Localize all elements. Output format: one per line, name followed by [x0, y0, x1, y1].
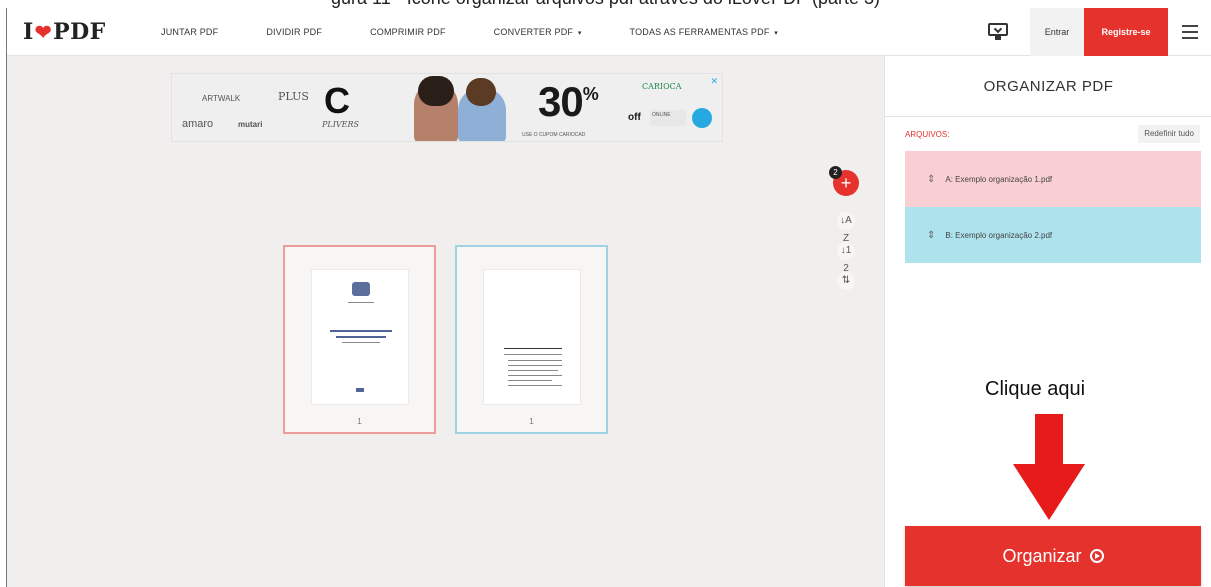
organize-sidebar: ORGANIZAR PDF ARQUIVOS: Redefinir tudo ⇕… [884, 56, 1211, 587]
document-seal [352, 282, 370, 296]
login-button[interactable]: Entrar [1030, 8, 1084, 56]
hamburger-icon[interactable] [1168, 8, 1211, 56]
file-name: A: Exemplo organização 1.pdf [945, 174, 1053, 184]
files-label: ARQUIVOS: [905, 130, 950, 139]
chevron-down-icon: ▾ [774, 29, 778, 37]
workspace: ARTWALK PLUS amaro mutari PLIVERS C 30% … [7, 56, 884, 587]
nav-label: DIVIDIR PDF [266, 26, 323, 37]
drag-handle-icon[interactable]: ⇕ [927, 230, 935, 241]
file-name: B: Exemplo organização 2.pdf [945, 230, 1053, 240]
ad-banner[interactable]: ARTWALK PLUS amaro mutari PLIVERS C 30% … [171, 73, 723, 142]
close-icon[interactable]: ✕ [710, 76, 718, 87]
nav-label: JUNTAR PDF [161, 26, 219, 37]
ad-brand: mutari [238, 120, 263, 129]
pdf-file-card[interactable]: 1 [283, 245, 436, 434]
ad-off-label: off [628, 112, 641, 123]
file-count-badge: 2 [829, 166, 842, 179]
page-number: 1 [357, 417, 362, 426]
figure-caption: gura 11 - Ícone organizar arquivos pdf a… [0, 0, 1211, 8]
caption-text: gura 11 - Ícone organizar arquivos pdf a… [0, 0, 1211, 8]
nav-label: CONVERTER PDF [493, 26, 574, 37]
plus-icon: + [840, 173, 852, 193]
ad-brand: PLUS [278, 90, 309, 103]
file-list-item[interactable]: ⇕ B: Exemplo organização 2.pdf [905, 207, 1201, 263]
top-navbar: I ❤ PDF JUNTAR PDF DIVIDIR PDF COMPRIMIR… [7, 8, 1211, 56]
nav-label: TODAS AS FERRAMENTAS PDF [629, 26, 770, 37]
ad-brand: amaro [182, 118, 214, 130]
ad-photo [396, 74, 516, 141]
nav-converter-pdf[interactable]: CONVERTER PDF ▾ [494, 27, 582, 37]
nav-label: COMPRIMIR PDF [370, 26, 446, 37]
arrow-circle-right-icon [1089, 549, 1104, 563]
main-nav: JUNTAR PDF DIVIDIR PDF COMPRIMIR PDF CON… [161, 27, 826, 37]
organize-button[interactable]: Organizar [905, 526, 1201, 586]
ilovepdf-logo[interactable]: I ❤ PDF [23, 19, 141, 45]
ad-discount: 30% [538, 78, 599, 126]
drag-handle-icon[interactable]: ⇕ [927, 174, 935, 185]
nav-juntar-pdf[interactable]: JUNTAR PDF [161, 27, 218, 37]
sort-numeric-icon[interactable]: ↓1 2 [837, 242, 855, 274]
register-button[interactable]: Registre-se [1084, 8, 1168, 56]
page-number: 1 [529, 417, 534, 426]
logo-letter: I [23, 18, 34, 45]
pdf-page-thumbnail [311, 269, 409, 405]
heart-icon: ❤ [34, 19, 53, 44]
file-list-item[interactable]: ⇕ A: Exemplo organização 1.pdf [905, 151, 1201, 207]
nav-comprimir-pdf[interactable]: COMPRIMIR PDF [370, 27, 446, 37]
ad-circle-icon [692, 108, 712, 128]
ad-discount-value: 30 [538, 78, 584, 125]
panel-title: ORGANIZAR PDF [983, 78, 1114, 95]
ad-partner-logo: CARIOCA [642, 82, 682, 91]
chevron-down-icon: ▾ [577, 29, 582, 37]
ad-brand: ARTWALK [202, 94, 241, 103]
reset-all-button[interactable]: Redefinir tudo [1138, 125, 1200, 143]
organize-label: Organizar [1002, 545, 1082, 566]
logo-word: PDF [53, 18, 106, 45]
reverse-order-icon[interactable]: ⇅ [837, 272, 855, 290]
account-area: Entrar Registre-se [988, 8, 1211, 56]
nav-dividir-pdf[interactable]: DIVIDIR PDF [266, 27, 322, 37]
ad-online-label: ONLINE [650, 110, 686, 126]
ad-big-letter: C [324, 80, 350, 121]
divider [885, 116, 1211, 117]
pdf-file-card[interactable]: 1 [455, 245, 608, 434]
nav-todas-ferramentas[interactable]: TODAS AS FERRAMENTAS PDF ▾ [630, 27, 778, 37]
callout-text: Clique aqui [985, 378, 1086, 400]
ad-coupon-text: USE O CUPOM CARIOCAD [522, 132, 586, 138]
sort-alpha-icon[interactable]: ↓A Z [837, 212, 855, 244]
down-arrow-icon [1013, 414, 1085, 520]
monitor-download-icon[interactable] [988, 23, 1008, 41]
ad-percent: % [582, 84, 599, 104]
pdf-page-thumbnail [483, 269, 581, 405]
app-window: I ❤ PDF JUNTAR PDF DIVIDIR PDF COMPRIMIR… [6, 8, 1211, 587]
